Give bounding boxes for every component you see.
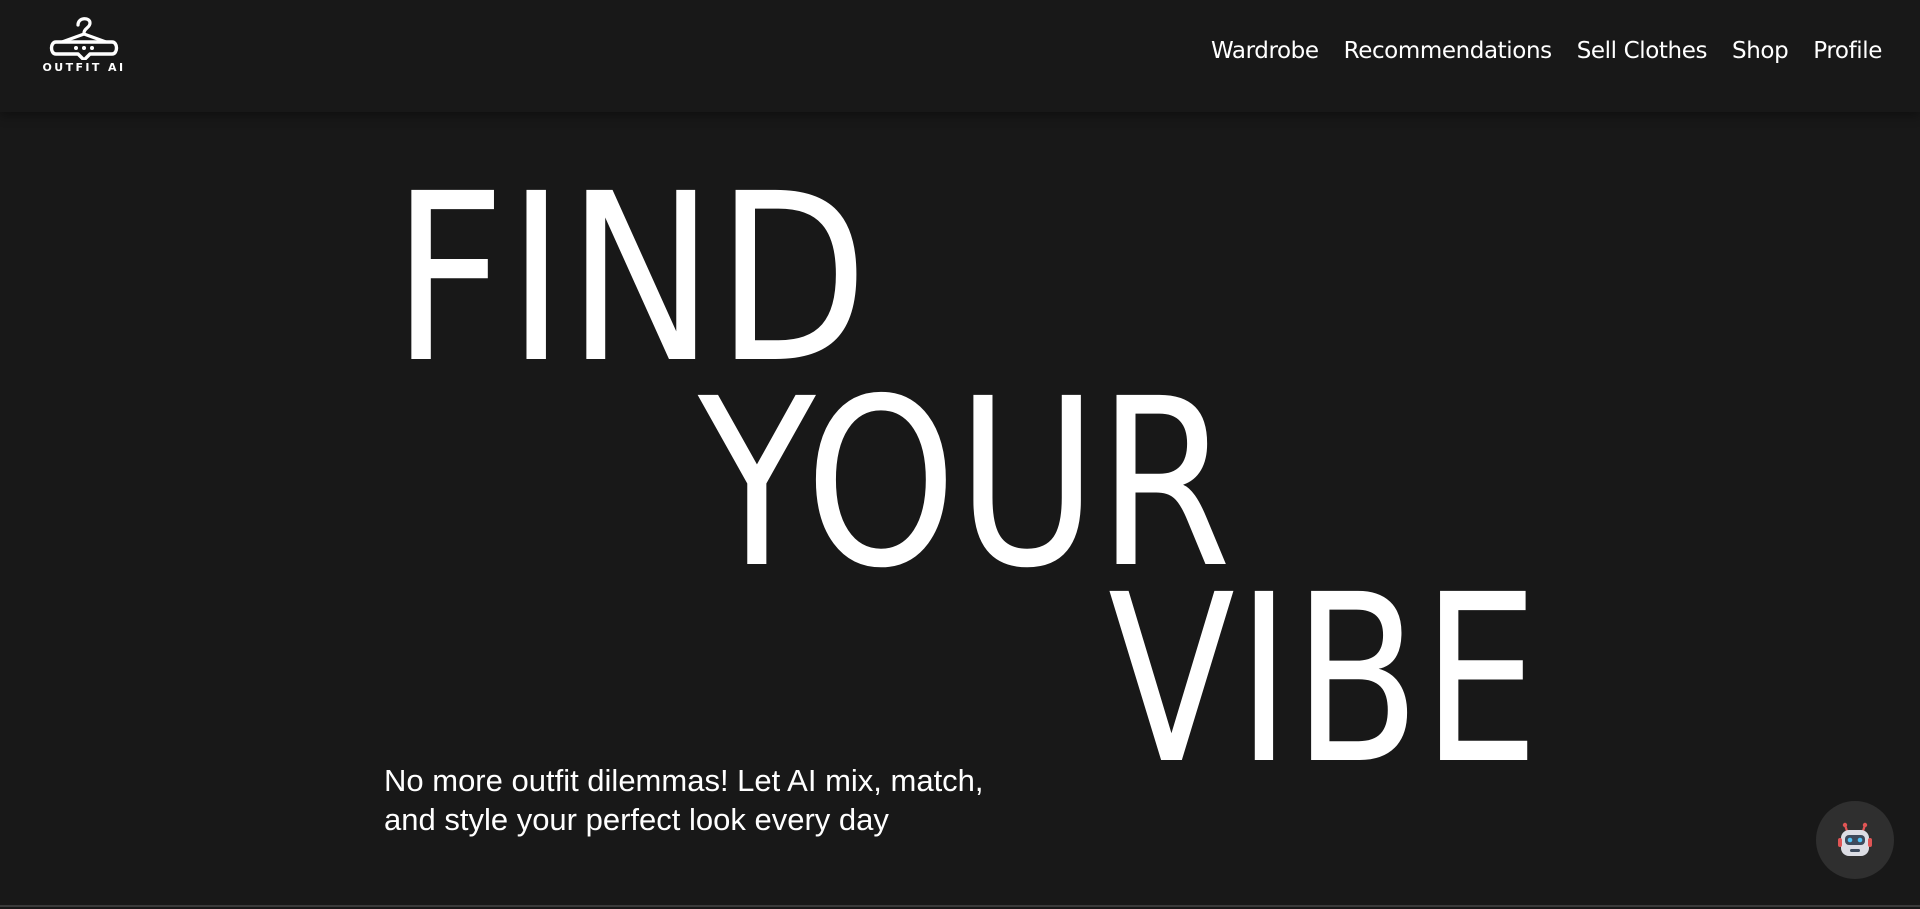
nav-link-shop[interactable]: Shop (1732, 38, 1789, 64)
nav-link-wardrobe[interactable]: Wardrobe (1211, 38, 1319, 64)
nav-link-sell-clothes[interactable]: Sell Clothes (1577, 38, 1708, 64)
brand-name: OUTFIT AI (42, 61, 126, 74)
robot-icon (1838, 822, 1872, 856)
top-navbar: OUTFIT AI Wardrobe Recommendations Sell … (0, 0, 1920, 112)
hero-subtitle: No more outfit dilemmas! Let AI mix, mat… (384, 763, 984, 837)
main-nav: Wardrobe Recommendations Sell Clothes Sh… (1211, 38, 1882, 64)
nav-link-recommendations[interactable]: Recommendations (1344, 38, 1552, 64)
page-bottom-divider (0, 905, 1920, 907)
brand-logo[interactable]: OUTFIT AI (38, 14, 130, 76)
chatbot-button[interactable] (1816, 801, 1894, 879)
hero-word-vibe: VIBE (1108, 545, 1541, 815)
hanger-speech-bubble-icon (49, 17, 119, 60)
nav-link-profile[interactable]: Profile (1813, 38, 1882, 64)
